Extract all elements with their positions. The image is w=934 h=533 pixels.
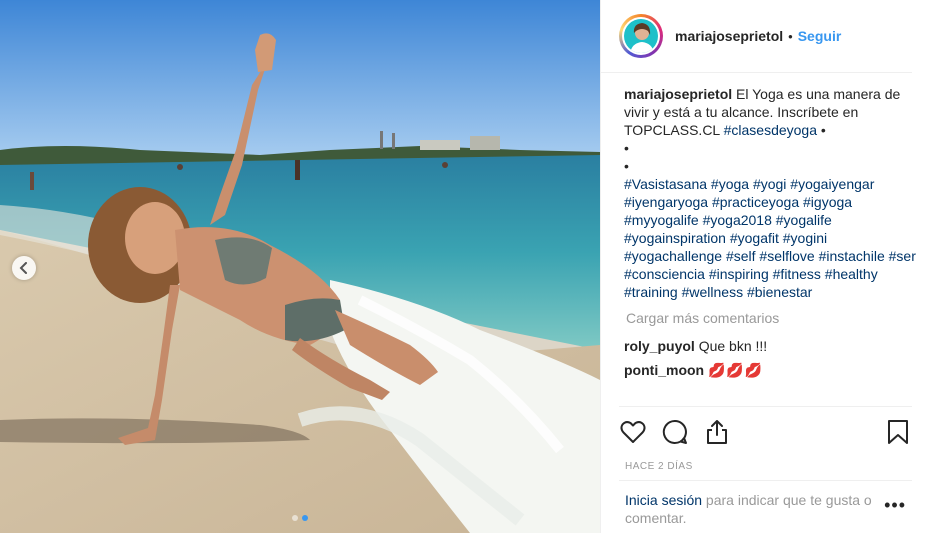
- login-link[interactable]: Inicia sesión: [625, 492, 702, 508]
- separator-dot: •: [788, 28, 793, 44]
- carousel-prev-button[interactable]: [12, 256, 36, 280]
- post-header: mariajoseprietol • Seguir: [601, 0, 912, 73]
- comment-username[interactable]: ponti_moon: [624, 362, 704, 378]
- comment-item: ponti_moon 💋💋💋: [624, 361, 918, 379]
- bookmark-icon: [888, 420, 908, 444]
- caption-bullet: •: [624, 140, 629, 156]
- comment-text: 💋💋💋: [708, 362, 764, 378]
- caption-username[interactable]: mariajoseprietol: [624, 86, 732, 102]
- action-bar: [619, 406, 912, 457]
- save-button[interactable]: [884, 418, 912, 446]
- comment-text: Que bkn !!!: [698, 338, 768, 354]
- load-more-comments[interactable]: Cargar más comentarios: [626, 309, 918, 327]
- post-photo[interactable]: [0, 0, 600, 533]
- comment-button[interactable]: [661, 418, 689, 446]
- caption-bullet: •: [624, 158, 629, 174]
- beach-yoga-photo: [0, 0, 600, 533]
- post-side-panel: mariajoseprietol • Seguir mariajosepriet…: [600, 0, 934, 533]
- like-button[interactable]: [619, 418, 647, 446]
- caption-hashtag-link[interactable]: #clasesdeyoga: [724, 122, 817, 138]
- caption: mariajoseprietol El Yoga es una manera d…: [624, 85, 918, 301]
- comments-section: mariajoseprietol El Yoga es una manera d…: [601, 73, 934, 379]
- caption-hashtags[interactable]: #Vasistasana #yoga #yogi #yogaiyengar #i…: [624, 175, 918, 301]
- post-timestamp[interactable]: HACE 2 DÍAS: [625, 461, 693, 472]
- profile-picture: [624, 19, 658, 53]
- carousel-indicator: [0, 515, 600, 521]
- share-button[interactable]: [703, 418, 731, 446]
- comment-item: roly_puyol Que bkn !!!: [624, 337, 918, 355]
- carousel-dot: [292, 515, 298, 521]
- carousel-dot-active: [302, 515, 308, 521]
- avatar[interactable]: [619, 14, 663, 58]
- header-username[interactable]: mariajoseprietol: [675, 28, 783, 44]
- instagram-post: mariajoseprietol • Seguir mariajosepriet…: [0, 0, 934, 533]
- chevron-left-icon: [19, 262, 27, 274]
- heart-icon: [620, 421, 646, 443]
- follow-button[interactable]: Seguir: [798, 28, 842, 44]
- comment-username[interactable]: roly_puyol: [624, 338, 695, 354]
- login-prompt: Inicia sesión para indicar que te gusta …: [619, 480, 912, 527]
- caption-trail: •: [817, 122, 826, 138]
- more-options-button[interactable]: •••: [884, 495, 906, 516]
- comment-icon: [662, 419, 687, 444]
- share-icon: [707, 420, 727, 444]
